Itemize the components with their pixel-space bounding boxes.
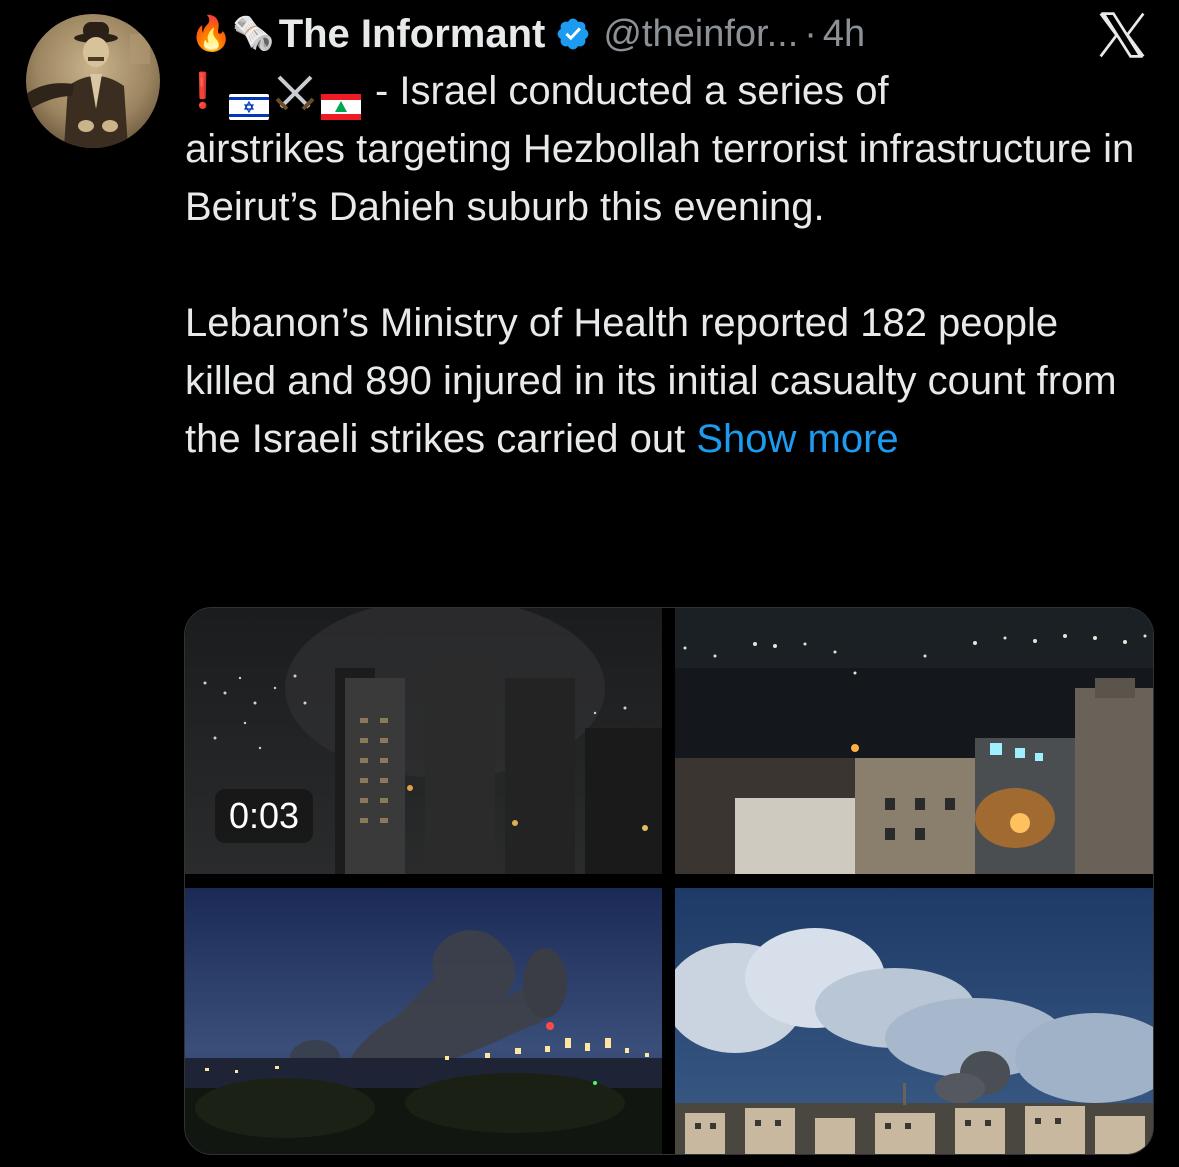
tweet-paragraph-2-text: Lebanon’s Ministry of Health reported 18…	[185, 301, 1117, 461]
tweet-paragraph-1: ❗ - Israel conducted a series of airstri…	[181, 62, 1145, 236]
verified-badge-icon	[557, 18, 589, 50]
author-display-name[interactable]: The Informant	[279, 12, 546, 57]
media-image-4[interactable]	[675, 888, 1153, 1154]
media-grid: 0:03	[184, 607, 1154, 1155]
tweet-paragraph-2: Lebanon’s Ministry of Health reported 18…	[185, 294, 1145, 468]
smoke-plume-over-city-icon	[185, 888, 662, 1154]
tweet-text: ❗ - Israel conducted a series of airstri…	[181, 62, 1145, 468]
media-image-3[interactable]	[185, 888, 662, 1154]
author-handle[interactable]: @theinfor...	[603, 13, 798, 56]
night-city-fire-icon	[675, 608, 1153, 874]
fire-emoji-icon: 🔥	[190, 15, 233, 53]
tweet[interactable]: 🔥 🗞️ The Informant @theinfor... · 4h ❗ -…	[0, 0, 1179, 1167]
crossed-swords-icon	[273, 71, 317, 111]
media-image-2[interactable]	[675, 608, 1153, 874]
separator-dot: ·	[804, 12, 817, 55]
exclamation-emoji-icon: ❗	[181, 72, 225, 110]
israel-flag-icon	[229, 78, 269, 120]
newspaper-emoji-icon: 🗞️	[232, 15, 275, 53]
smoke-over-skyline-clouds-icon	[675, 888, 1153, 1154]
tweet-header: 🔥 🗞️ The Informant @theinfor... · 4h	[190, 6, 865, 62]
video-duration-badge: 0:03	[215, 789, 314, 843]
avatar[interactable]	[26, 14, 160, 148]
tweet-line-1: - Israel conducted a series of	[375, 69, 889, 113]
show-more-link[interactable]: Show more	[696, 417, 898, 461]
tweet-timestamp[interactable]: 4h	[823, 13, 865, 56]
vintage-portrait-avatar-icon	[26, 14, 160, 148]
x-logo-icon[interactable]	[1094, 8, 1150, 62]
lebanon-flag-icon	[321, 78, 361, 120]
tweet-paragraph-1-rest: airstrikes targeting Hezbollah terrorist…	[185, 127, 1135, 229]
media-video-1[interactable]: 0:03	[185, 608, 662, 874]
